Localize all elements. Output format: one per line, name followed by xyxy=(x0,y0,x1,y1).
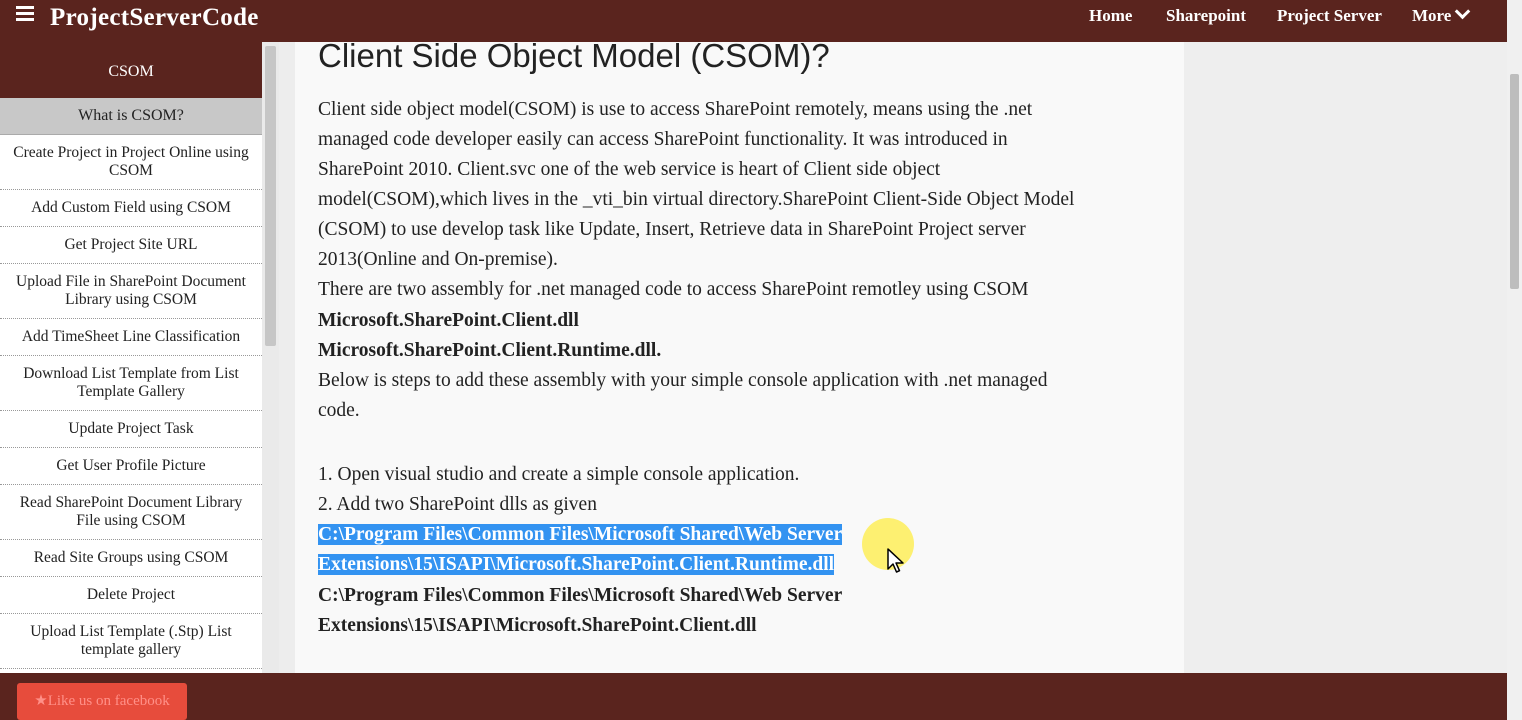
nav-more[interactable]: More xyxy=(1412,3,1471,26)
sidebar-item-timesheet-line[interactable]: Add TimeSheet Line Classification xyxy=(0,319,262,356)
sidebar-header: CSOM xyxy=(0,42,262,98)
sidebar-item-what-is-csom[interactable]: What is CSOM? xyxy=(0,98,262,135)
right-panel xyxy=(1184,42,1507,673)
step-item: 1. Open visual studio and create a simpl… xyxy=(318,464,800,485)
dll-name: Microsoft.SharePoint.Client.Runtime.dll. xyxy=(318,340,662,361)
sidebar: CSOM What is CSOM? Create Project in Pro… xyxy=(0,42,262,673)
sidebar-item-read-document-library[interactable]: Read SharePoint Document Library File us… xyxy=(0,485,262,540)
article-title: Client Side Object Model (CSOM)? xyxy=(318,42,830,74)
paragraph-line: Below is steps to add these assembly wit… xyxy=(318,370,1048,391)
sidebar-item-add-custom-field[interactable]: Add Custom Field using CSOM xyxy=(0,190,262,227)
chevron-down-icon xyxy=(1455,3,1471,20)
menu-icon[interactable] xyxy=(16,6,34,22)
nav-more-label: More xyxy=(1412,6,1452,25)
nav-home[interactable]: Home xyxy=(1089,6,1132,26)
step-item: 2. Add two SharePoint dlls as given xyxy=(318,494,597,515)
sidebar-item-upload-file[interactable]: Upload File in SharePoint Document Libra… xyxy=(0,264,262,319)
sidebar-scroll-thumb[interactable] xyxy=(265,46,276,346)
paragraph-line: 2013(Online and On-premise). xyxy=(318,249,558,270)
top-navbar: ProjectServerCode Home Sharepoint Projec… xyxy=(0,0,1507,42)
selected-path-line[interactable]: Extensions\15\ISAPI\Microsoft.SharePoint… xyxy=(318,554,835,575)
site-brand[interactable]: ProjectServerCode xyxy=(50,4,259,32)
facebook-like-button[interactable]: ★Like us on facebook xyxy=(17,683,187,720)
sidebar-item-download-list-template[interactable]: Download List Template from List Templat… xyxy=(0,356,262,411)
paragraph-line: (CSOM) to use develop task like Update, … xyxy=(318,219,1026,240)
paragraph-line: managed code developer easily can access… xyxy=(318,129,1008,150)
dll-path: Extensions\15\ISAPI\Microsoft.SharePoint… xyxy=(318,615,757,636)
paragraph-line: model(CSOM),which lives in the _vti_bin … xyxy=(318,189,1075,210)
nav-project-server[interactable]: Project Server xyxy=(1277,6,1382,26)
selected-path[interactable]: C:\Program Files\Common Files\Microsoft … xyxy=(318,520,843,550)
nav-sharepoint[interactable]: Sharepoint xyxy=(1166,6,1246,26)
footer-bar xyxy=(0,673,1507,720)
sidebar-item-update-project-task[interactable]: Update Project Task xyxy=(0,411,262,448)
sidebar-item-delete-project[interactable]: Delete Project xyxy=(0,577,262,614)
paragraph-line: Client side object model(CSOM) is use to… xyxy=(318,99,1033,120)
sidebar-item-get-project-site-url[interactable]: Get Project Site URL xyxy=(0,227,262,264)
paragraph-line: There are two assembly for .net managed … xyxy=(318,279,1029,300)
sidebar-item-upload-list-template[interactable]: Upload List Template (.Stp) List templat… xyxy=(0,614,262,669)
paragraph-line: SharePoint 2010. Client.svc one of the w… xyxy=(318,159,941,180)
page-scrollbar-bottom xyxy=(1507,673,1522,720)
dll-path: C:\Program Files\Common Files\Microsoft … xyxy=(318,585,843,606)
selected-path-line[interactable]: C:\Program Files\Common Files\Microsoft … xyxy=(318,524,843,545)
page-scroll-thumb[interactable] xyxy=(1510,74,1519,289)
mouse-pointer-icon xyxy=(887,548,904,573)
paragraph-line: code. xyxy=(318,400,360,421)
sidebar-item-user-profile-picture[interactable]: Get User Profile Picture xyxy=(0,448,262,485)
article: Client Side Object Model (CSOM)? Client … xyxy=(295,42,1184,673)
sidebar-item-read-site-groups[interactable]: Read Site Groups using CSOM xyxy=(0,540,262,577)
selected-path[interactable]: Extensions\15\ISAPI\Microsoft.SharePoint… xyxy=(318,550,835,580)
dll-name: Microsoft.SharePoint.Client.dll xyxy=(318,310,579,331)
content-gutter xyxy=(279,42,295,673)
sidebar-item-create-project[interactable]: Create Project in Project Online using C… xyxy=(0,135,262,190)
